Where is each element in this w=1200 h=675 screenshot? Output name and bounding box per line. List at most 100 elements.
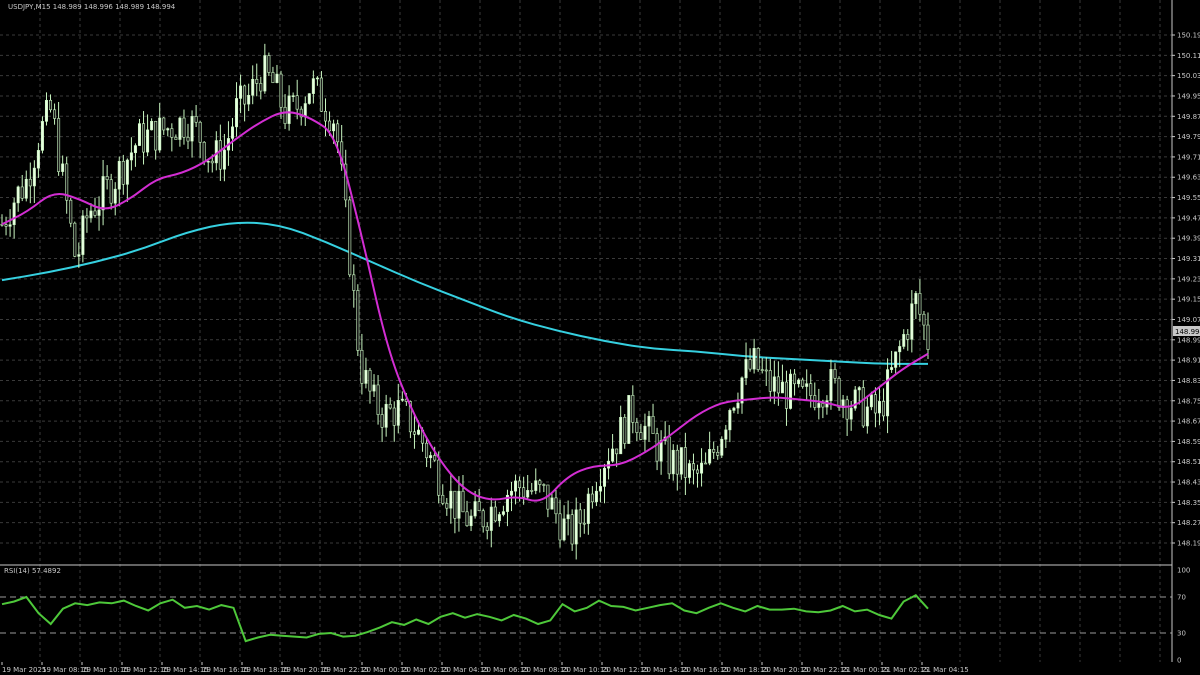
candle-body [732, 407, 736, 411]
candle-body [526, 490, 530, 498]
candle-body [77, 254, 81, 257]
candle-body [890, 367, 894, 370]
candle-body [724, 429, 728, 440]
candle-body [857, 387, 861, 391]
price-tick-label: 150.115 [1177, 52, 1200, 60]
candle-body [8, 224, 12, 227]
candle-body [716, 451, 720, 456]
candle-body [865, 406, 869, 427]
candle-body [352, 274, 356, 291]
candle-body [425, 442, 429, 459]
candle-body [687, 463, 691, 478]
candle-body [57, 118, 61, 172]
candle-body [501, 511, 505, 515]
candle-body [550, 497, 554, 510]
candle-body [457, 490, 461, 519]
candle-body [291, 95, 295, 97]
candle-body [20, 186, 24, 199]
candle-body [926, 324, 930, 350]
candle-body [133, 145, 137, 154]
candle-body [720, 438, 724, 456]
candle-body [764, 369, 768, 372]
candle-body [914, 293, 918, 305]
candle-body [768, 370, 772, 392]
candle-body [833, 369, 837, 379]
candle-body [582, 522, 586, 525]
candle-body [886, 369, 890, 417]
candle-body [307, 93, 311, 104]
candle-body [578, 509, 582, 524]
candle-body [902, 334, 906, 347]
candle-body [214, 140, 218, 164]
candle-body [28, 178, 32, 187]
price-tick-label: 149.715 [1177, 153, 1200, 161]
candle-body [239, 85, 243, 99]
candle-body [271, 72, 275, 83]
candle-body [336, 123, 340, 143]
current-price-marker: 148.994 [1173, 326, 1200, 336]
candle-body [797, 379, 801, 385]
candle-body [643, 425, 647, 440]
candle-body [473, 501, 477, 517]
candle-body [514, 480, 518, 492]
candle-body [465, 511, 469, 527]
candle-body [691, 463, 695, 471]
candle-body [659, 440, 663, 462]
candle-body [696, 469, 700, 474]
candle-body [356, 290, 360, 351]
candle-body [611, 448, 615, 462]
candle-body [279, 73, 283, 108]
candle-body [49, 99, 53, 111]
rsi-scale-label: 100 [1177, 567, 1190, 575]
candle-body [489, 506, 493, 531]
candle-body [744, 359, 748, 379]
candle-body [235, 98, 239, 128]
candle-body [598, 486, 602, 492]
candle-body [36, 150, 40, 169]
candle-body [623, 416, 627, 444]
candle-body [481, 510, 485, 528]
candle-body [97, 209, 101, 216]
candle-body [873, 394, 877, 414]
candle-body [332, 123, 336, 132]
candle-body [255, 78, 259, 84]
candle-body [679, 447, 683, 475]
candle-body [829, 369, 833, 401]
price-tick-label: 149.395 [1177, 235, 1200, 243]
candle-body [558, 513, 562, 541]
candle-body [396, 400, 400, 426]
candle-body [728, 410, 732, 431]
candle-body [574, 509, 578, 545]
candle-body [73, 222, 77, 257]
candle-body [328, 120, 332, 132]
price-tick-label: 148.915 [1177, 357, 1200, 365]
candle-body [85, 215, 89, 219]
candle-body [283, 106, 287, 124]
candle-body [142, 123, 146, 153]
candle-body [639, 432, 643, 440]
price-tick-label: 148.515 [1177, 458, 1200, 466]
candle-body [635, 422, 639, 433]
candle-body [400, 398, 404, 401]
candle-body [206, 160, 210, 163]
candle-body [615, 448, 619, 455]
candle-body [12, 202, 16, 226]
time-tick-label: 19 Mar 2025 [2, 666, 46, 674]
candle-body [81, 215, 85, 255]
candle-body [202, 141, 206, 163]
candle-body [461, 490, 465, 513]
candle-body [186, 137, 190, 142]
candle-body [158, 117, 162, 151]
candle-body [170, 128, 174, 138]
candle-body [194, 116, 198, 123]
candle-body [247, 94, 251, 105]
price-tick-label: 148.675 [1177, 418, 1200, 426]
price-tick-label: 149.875 [1177, 113, 1200, 121]
rsi-scale-label: 70 [1177, 594, 1186, 602]
candle-body [619, 416, 623, 455]
candle-body [497, 514, 501, 522]
candle-body [198, 121, 202, 143]
candle-body [259, 83, 263, 92]
chart-canvas: 150.195 150.115 150.035 149.955 149.875 149.7… [0, 0, 1200, 675]
candle-body [554, 497, 558, 515]
